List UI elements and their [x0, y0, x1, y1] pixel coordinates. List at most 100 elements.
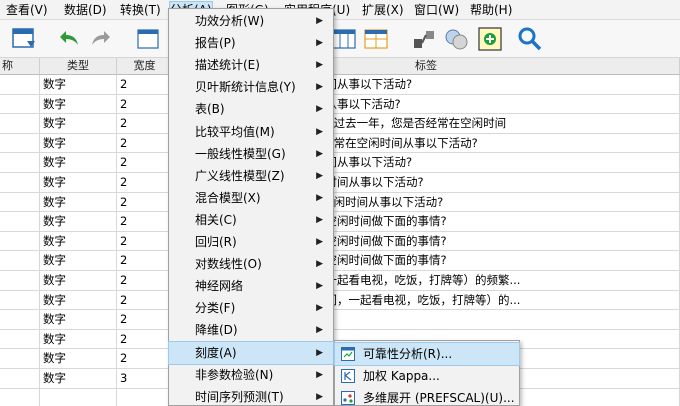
split-file-icon[interactable] [362, 25, 390, 53]
cell-type[interactable]: 数字 [40, 329, 117, 349]
cell-width[interactable]: 2 [117, 153, 173, 172]
cell-name[interactable] [0, 329, 40, 349]
analyze-menu-item[interactable]: 一般线性模型(G) ▶ [169, 143, 333, 165]
cell-type[interactable]: 数字 [40, 133, 117, 153]
analyze-menu-item[interactable]: 降维(D) ▶ [169, 319, 333, 341]
analyze-menu-item[interactable]: 回归(R) ▶ [169, 231, 333, 253]
cell-type[interactable]: 数字 [40, 192, 117, 212]
header-type[interactable]: 类型 [40, 58, 117, 75]
analyze-menu-item[interactable]: 时间序列预测(T) ▶ [169, 386, 333, 406]
cell-width[interactable]: 3 [117, 369, 173, 388]
cell-width[interactable]: 2 [117, 310, 173, 329]
table-row[interactable]: 数字2去一年中，您是否经常在您的空闲时间做下面的事情? [0, 251, 680, 271]
select-cases-icon[interactable] [442, 25, 470, 53]
cell-width[interactable]: 2 [117, 173, 173, 192]
cell-name[interactable] [0, 349, 40, 368]
cell-name[interactable] [0, 290, 40, 310]
cell-width[interactable] [117, 388, 173, 406]
cell-width[interactable]: 2 [117, 94, 173, 114]
analyze-menu-item[interactable]: 分类(F) ▶ [169, 297, 333, 319]
analyze-menu-item[interactable]: 广义线性模型(Z) ▶ [169, 165, 333, 187]
analyze-menu-item[interactable]: 刻度(A) ▶ [168, 340, 334, 365]
cell-type[interactable] [40, 388, 117, 406]
cell-type[interactable]: 数字 [40, 75, 117, 94]
table-row[interactable]: 数字 2 比如听音乐会，看演出和展览] 过去一年，您是否经常在空闲时间 [0, 114, 680, 134]
cell-type[interactable]: 数字 [40, 173, 117, 192]
analyze-menu-item[interactable]: 神经网络 ▶ [169, 275, 333, 297]
analyze-menu-item[interactable]: 功效分析(W) ▶ [169, 10, 333, 32]
variable-view-icon[interactable] [10, 25, 38, 53]
cell-name[interactable] [0, 388, 40, 406]
cell-width[interactable]: 2 [117, 114, 173, 133]
cell-name[interactable] [0, 251, 40, 270]
cell-width[interactable]: 2 [117, 231, 173, 251]
menu-window[interactable]: 窗口(W) [414, 2, 459, 18]
analyze-menu-item[interactable]: 比较平均值(M) ▶ [169, 121, 333, 143]
table-row[interactable]: 数字2当今的社会公不公平? [0, 310, 680, 330]
table-row[interactable]: 数字2赛] 过去一年，您是否经常在空闲时间从事以下活动? [0, 192, 680, 213]
cell-name[interactable] [0, 231, 40, 251]
analyze-menu-item[interactable]: 对数线性(O) ▶ [169, 253, 333, 275]
cell-name[interactable] [0, 94, 40, 114]
cell-type[interactable]: 数字 [40, 310, 117, 329]
cell-width[interactable]: 2 [117, 349, 173, 368]
menu-view[interactable]: 查看(V) [6, 2, 48, 18]
analyze-menu-item[interactable]: 描述统计(E) ▶ [169, 54, 333, 76]
analyze-menu-item[interactable]: 报告(P) ▶ [169, 32, 333, 54]
table-row[interactable]: 数字2过去一年，您是否经常在空闲时间从事以下活动? [0, 173, 680, 193]
cell-name[interactable] [0, 114, 40, 133]
cell-type[interactable]: 数字 [40, 94, 117, 114]
analyze-menu-item[interactable]: 混合模型(X) ▶ [169, 187, 333, 209]
weighted-kappa-item[interactable]: 加权 Kappa... [335, 365, 519, 387]
cell-name[interactable] [0, 153, 40, 172]
cell-name[interactable] [0, 271, 40, 290]
cell-type[interactable]: 数字 [40, 290, 117, 310]
analyze-menu-item[interactable]: 贝叶斯统计信息(Y) ▶ [169, 76, 333, 98]
reliability-analysis-item[interactable]: 可靠性分析(R)... [334, 342, 520, 366]
undo-icon[interactable] [54, 25, 82, 53]
analyze-menu-item[interactable]: 表(B) ▶ [169, 98, 333, 120]
menu-data[interactable]: 数据(D) [64, 2, 107, 18]
analyze-menu-item[interactable]: 相关(C) ▶ [169, 209, 333, 231]
search-icon[interactable] [516, 25, 544, 53]
table-row[interactable]: 数字 2 社交娱乐活动（如互相串门，一起看电视，吃饭，打牌等）的频繁... [0, 271, 680, 291]
cell-name[interactable] [0, 310, 40, 329]
cell-name[interactable] [0, 133, 40, 153]
redo-icon[interactable] [88, 25, 116, 53]
table-row[interactable]: 数字2去一年，您是否经常在空闲时间从事以下活动? [0, 153, 680, 173]
cell-type[interactable]: 数字 [40, 114, 117, 133]
cell-width[interactable]: 2 [117, 290, 173, 310]
menu-transform[interactable]: 转换(T) [120, 2, 161, 18]
cell-type[interactable]: 数字 [40, 251, 117, 270]
cell-width[interactable]: 2 [117, 271, 173, 290]
cell-width[interactable]: 2 [117, 251, 173, 270]
cell-name[interactable] [0, 192, 40, 212]
analyze-menu-item[interactable]: 非参数检验(N) ▶ [169, 364, 333, 386]
table-row[interactable]: 数字2一年，您是否经常在空闲时间从事以下活动? [0, 94, 680, 115]
cell-width[interactable]: 2 [117, 212, 173, 231]
header-name[interactable]: 称 [0, 58, 40, 75]
menu-extensions[interactable]: 扩展(X) [362, 2, 404, 18]
menu-help[interactable]: 帮助(H) [470, 2, 512, 18]
table-row[interactable]: 数字 2 进行社交娱乐活动（如互相串门，一起看电视，吃饭，打牌等）的... [0, 290, 680, 311]
cell-type[interactable]: 数字 [40, 231, 117, 251]
weight-cases-icon[interactable] [410, 25, 438, 53]
cell-width[interactable]: 2 [117, 75, 173, 94]
cell-name[interactable] [0, 212, 40, 231]
cell-width[interactable]: 2 [117, 192, 173, 212]
table-row[interactable]: 数字2去一年，您是否经常在空闲时间从事以下活动? [0, 75, 680, 95]
cell-type[interactable]: 数字 [40, 153, 117, 172]
cell-name[interactable] [0, 369, 40, 388]
prefscal-item[interactable]: 多维展开 (PREFSCAL)(U)... [335, 387, 519, 406]
cell-name[interactable] [0, 75, 40, 94]
table-row[interactable]: 数字2去一年中，您是否经常在您的空闲时间做下面的事情? [0, 231, 680, 252]
cell-type[interactable]: 数字 [40, 212, 117, 231]
cell-name[interactable] [0, 173, 40, 192]
header-width[interactable]: 宽度 [117, 58, 173, 75]
cell-type[interactable]: 数字 [40, 271, 117, 290]
cell-width[interactable]: 2 [117, 133, 173, 153]
cell-type[interactable]: 数字 [40, 349, 117, 368]
cell-type[interactable]: 数字 [40, 369, 117, 388]
cell-width[interactable]: 2 [117, 329, 173, 349]
insert-variable-icon[interactable] [330, 25, 358, 53]
